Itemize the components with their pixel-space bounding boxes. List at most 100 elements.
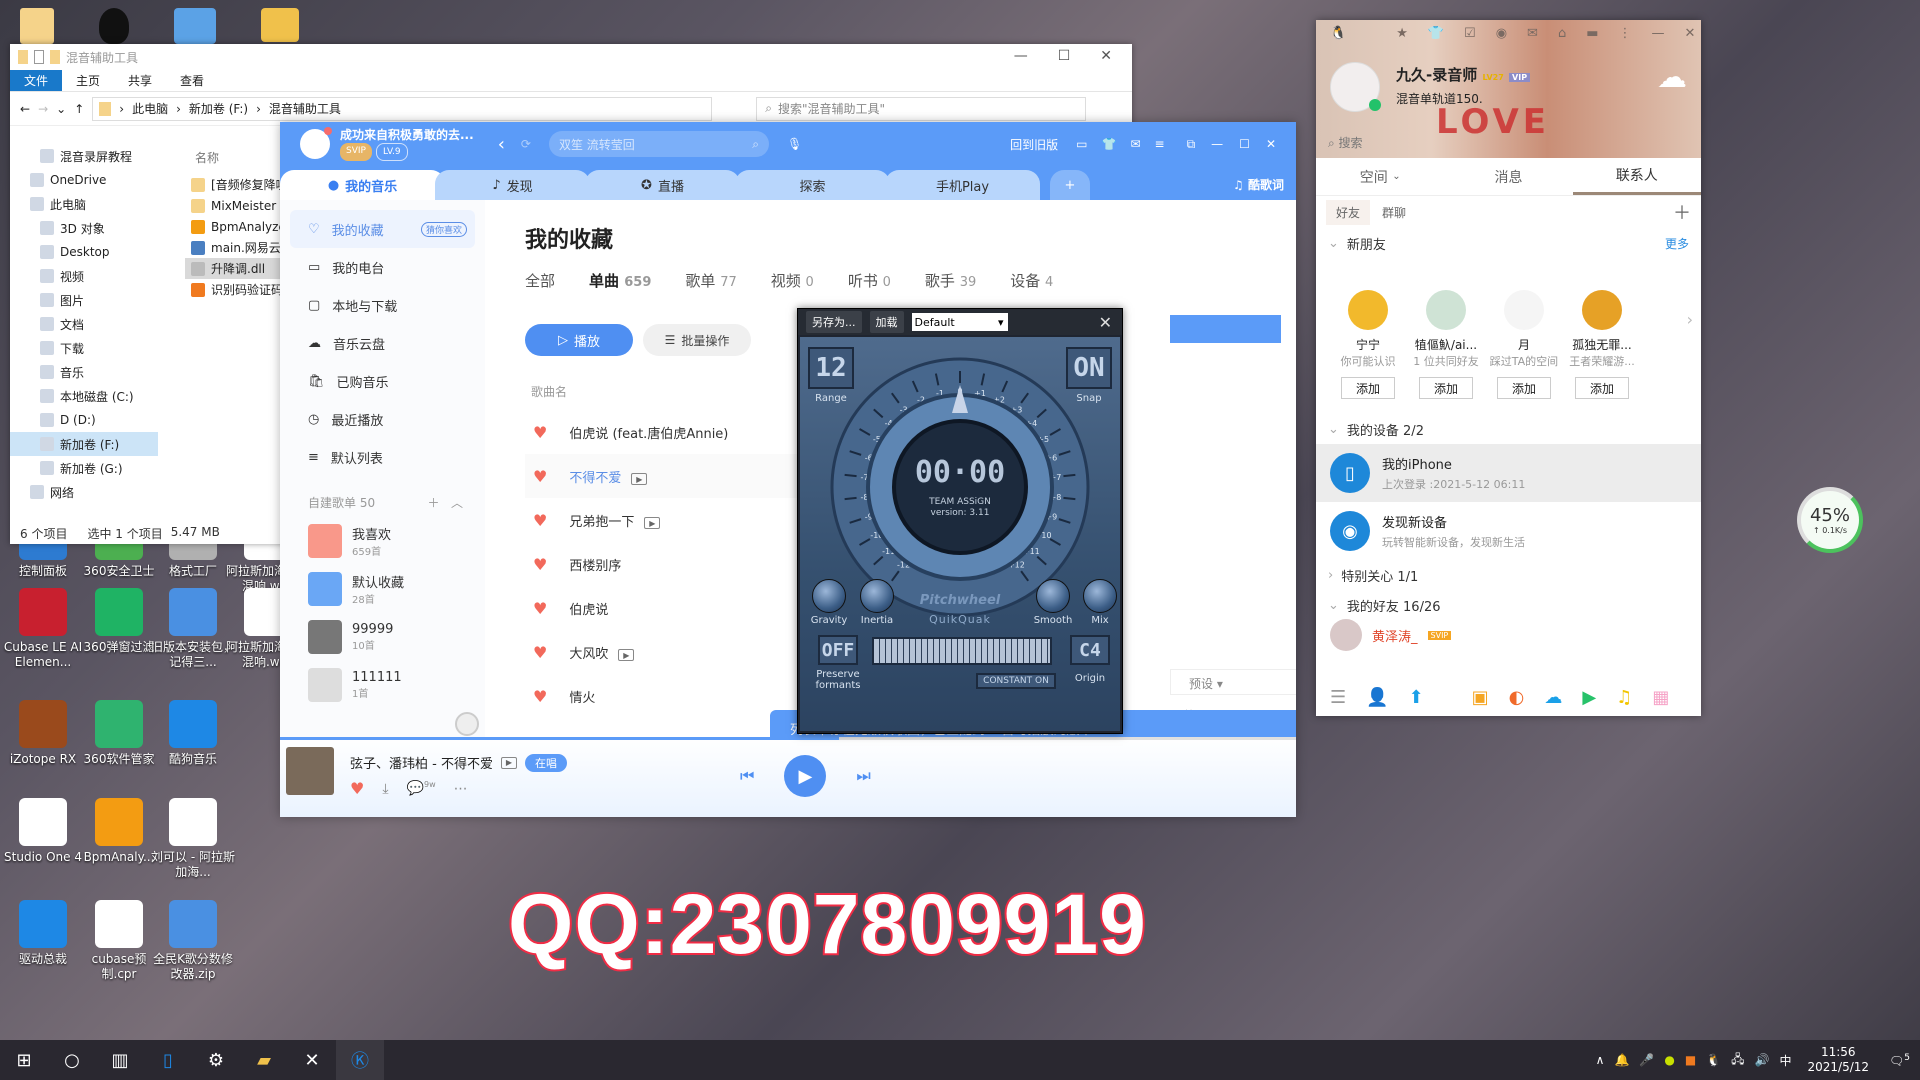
comment-icon[interactable]: 💬9w: [407, 780, 436, 797]
nav-item[interactable]: 视频: [10, 264, 158, 288]
heart-icon[interactable]: ♥: [533, 423, 547, 442]
minimize-button[interactable]: —: [1014, 48, 1028, 64]
desktop-icon[interactable]: 酷狗音乐: [150, 700, 236, 767]
file-item[interactable]: 识别码验证码...: [185, 279, 285, 300]
playlist-item[interactable]: 默认收藏 28首: [280, 565, 485, 613]
recent-icon[interactable]: ⌄: [56, 102, 66, 116]
main-menu-icon[interactable]: ☰: [1330, 687, 1346, 708]
sidebar-item-recent[interactable]: ◷ 最近播放: [280, 400, 485, 438]
nav-item[interactable]: OneDrive: [10, 168, 158, 192]
file-explorer-icon[interactable]: ▰: [240, 1040, 288, 1080]
qq-icon[interactable]: [99, 8, 129, 44]
start-button[interactable]: ⊞: [0, 1040, 48, 1080]
add-tab-button[interactable]: +: [1050, 170, 1090, 200]
user-avatar[interactable]: [300, 127, 332, 159]
guess-badge[interactable]: 猜你喜欢: [420, 221, 467, 237]
nav-item[interactable]: 新加卷 (G:): [10, 456, 158, 480]
network-icon[interactable]: 🖧: [1731, 1050, 1744, 1071]
desktop-icon[interactable]: Studio One 4: [0, 798, 86, 865]
collapse-icon[interactable]: ︿: [451, 496, 463, 510]
sidebar-item-cloud-drive[interactable]: ☁ 音乐云盘: [280, 324, 485, 362]
more-link[interactable]: 更多: [1665, 235, 1689, 252]
qq-search-input[interactable]: ⌕ 搜索: [1328, 134, 1363, 151]
forward-icon[interactable]: →: [38, 102, 48, 116]
file-item[interactable]: MixMeister B...: [185, 195, 285, 216]
subtab-groups[interactable]: 群聊: [1382, 204, 1406, 221]
voice-search-icon[interactable]: 🎙: [787, 137, 802, 151]
desktop-icon[interactable]: 全民K歌分数修改器.zip: [150, 900, 236, 982]
up-icon[interactable]: ↑: [74, 102, 84, 116]
add-friend-button[interactable]: 添加: [1419, 377, 1473, 399]
tab-contacts[interactable]: 联系人: [1572, 158, 1701, 195]
old-version-link[interactable]: 回到旧版: [1010, 136, 1058, 153]
add-playlist-icon[interactable]: ＋: [428, 496, 440, 510]
add-contact-icon[interactable]: ＋: [1673, 199, 1691, 225]
skin-icon[interactable]: 👕: [1428, 26, 1444, 41]
mix-knob[interactable]: [1083, 579, 1117, 613]
back-icon[interactable]: ‹: [498, 134, 505, 155]
archive-icon[interactable]: [174, 8, 216, 44]
playlist-item[interactable]: 我喜欢 659首: [280, 517, 485, 565]
mic-icon[interactable]: 🎤: [1639, 1053, 1654, 1067]
nav-item[interactable]: 混音录屏教程: [10, 144, 158, 168]
back-icon[interactable]: ←: [20, 102, 30, 116]
new-friend-card[interactable]: 孤独无罪... 王者荣耀游... 添加: [1564, 290, 1640, 399]
more-icon[interactable]: ⋯: [454, 781, 468, 797]
inertia-knob[interactable]: [860, 579, 894, 613]
nav-item[interactable]: 网络: [10, 480, 158, 504]
mv-icon[interactable]: ▶: [644, 517, 661, 529]
mini-mode-icon[interactable]: ⧉: [1187, 137, 1196, 152]
cloud-icon[interactable]: ☁: [1544, 687, 1562, 708]
clock[interactable]: 11:56 2021/5/12: [1808, 1045, 1870, 1075]
desktop-icon[interactable]: Cubase LE AI Elemen...: [0, 588, 86, 670]
medal-icon[interactable]: ◉: [1496, 26, 1507, 41]
smooth-knob[interactable]: [1036, 579, 1070, 613]
new-folder-icon[interactable]: [50, 50, 60, 64]
column-name-header[interactable]: 名称: [195, 149, 219, 166]
download-icon[interactable]: ⤓: [382, 781, 388, 797]
sidebar-item-local-download[interactable]: ▢ 本地与下载: [280, 286, 485, 324]
browser-icon[interactable]: ◐: [1509, 687, 1525, 708]
desktop-icon[interactable]: 驱动总裁: [0, 900, 86, 967]
weather-cloud-icon[interactable]: ☁: [1657, 60, 1687, 95]
new-friend-card[interactable]: 宁宁 你可能认识 添加: [1330, 290, 1406, 399]
tab-messages[interactable]: 消息: [1444, 158, 1572, 195]
file-item[interactable]: [音频修复降噪...: [185, 174, 285, 195]
breadcrumb-drive-f[interactable]: 新加卷 (F:): [189, 100, 248, 117]
nav-item[interactable]: 新加卷 (F:): [10, 432, 158, 456]
shop-icon[interactable]: ⌂: [1558, 26, 1566, 41]
task-view-button[interactable]: ▥: [96, 1040, 144, 1080]
load-button[interactable]: 加载: [869, 311, 904, 333]
maximize-button[interactable]: ☐: [1058, 48, 1071, 64]
file-item[interactable]: main.网易云音...: [185, 237, 285, 258]
tray-app-icon[interactable]: ■: [1685, 1053, 1696, 1067]
network-speed-gauge[interactable]: 45% ↑ 0.1K/s: [1797, 487, 1863, 553]
category-tab[interactable]: 设备 4: [1010, 270, 1053, 291]
heart-icon[interactable]: ♥: [533, 599, 547, 618]
qq-music-icon[interactable]: ♫: [1616, 687, 1632, 708]
add-friend-button[interactable]: 添加: [1341, 377, 1395, 399]
add-friend-button[interactable]: 添加: [1497, 377, 1551, 399]
video-icon[interactable]: ▶: [1582, 687, 1596, 708]
sidebar-item-purchased[interactable]: 🛍 已购音乐: [280, 362, 485, 400]
ribbon-tab-file[interactable]: 文件: [10, 70, 63, 91]
bell-icon[interactable]: 🔔: [1614, 1053, 1629, 1067]
file-item[interactable]: 升降调.dll: [185, 258, 285, 279]
sidebar-item-default-list[interactable]: ≡ 默认列表: [280, 438, 485, 476]
device-icon[interactable]: ▭: [1076, 137, 1087, 151]
search-button[interactable]: ○: [48, 1040, 96, 1080]
file-assistant-icon[interactable]: ⬆: [1409, 687, 1424, 708]
category-tab[interactable]: 歌手 39: [925, 270, 976, 291]
search-icon[interactable]: ⌕: [752, 137, 759, 152]
mail-icon[interactable]: ✉: [1130, 137, 1140, 151]
playlist-item[interactable]: 99999 10首: [280, 613, 485, 661]
close-button[interactable]: ✕: [1100, 48, 1112, 64]
volume-icon[interactable]: 🔊: [1755, 1053, 1770, 1067]
skin-icon[interactable]: 👕: [1102, 137, 1117, 151]
kugou-search-input[interactable]: 双笙 流转莹回 ⌕: [548, 131, 769, 157]
special-care-header[interactable]: › 特别关心 1/1: [1316, 560, 1701, 590]
breadcrumb[interactable]: › 此电脑 › 新加卷 (F:) › 混音辅助工具: [92, 96, 713, 121]
tab-zone[interactable]: 空间 ⌄: [1316, 158, 1444, 195]
properties-icon[interactable]: [34, 50, 44, 64]
category-tab[interactable]: 全部: [525, 270, 555, 291]
